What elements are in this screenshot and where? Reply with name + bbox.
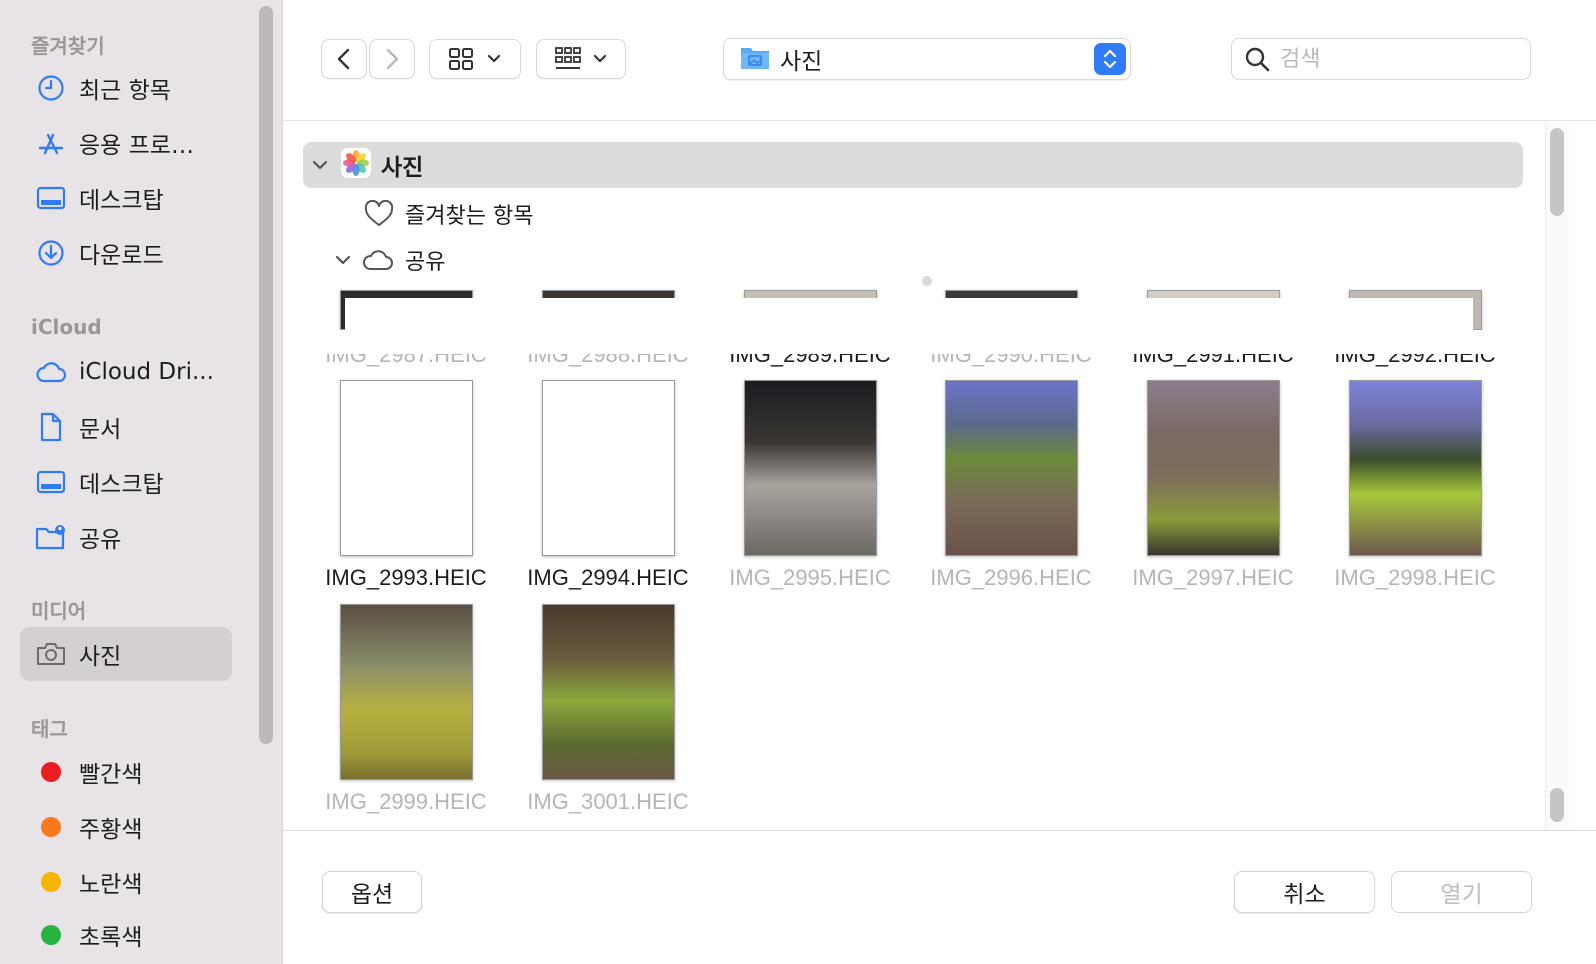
tree-label: 공유: [405, 250, 446, 275]
chevron-left-icon: [337, 48, 350, 70]
sidebar-item-label: 데스크탑: [79, 188, 164, 214]
chevron-down-icon: [593, 54, 607, 63]
file-thumbnail[interactable]: [340, 604, 473, 780]
desktop-icon: [35, 182, 67, 214]
dialog-footer: 옵션 취소 열기: [283, 830, 1596, 964]
search-field[interactable]: [1231, 38, 1531, 80]
file-thumbnail[interactable]: [744, 380, 877, 556]
file-name: IMG_2998.HEIC: [1334, 565, 1496, 590]
sidebar-item-label: 응용 프로…: [79, 133, 194, 159]
sidebar-item-documents[interactable]: 문서: [20, 400, 232, 454]
sidebar-item-label: 사진: [79, 644, 122, 670]
content-scrollbar-top[interactable]: [1550, 128, 1564, 216]
sidebar-tag-green[interactable]: 초록색: [20, 908, 232, 962]
cloud-icon: [363, 250, 393, 270]
file-browser: 사진 즐겨찾는 항목 공유 IMG_2987.HEIC IMG_2988.HEI…: [283, 122, 1596, 830]
tag-dot-icon: [41, 925, 61, 945]
file-name: IMG_2996.HEIC: [930, 565, 1092, 590]
sidebar-item-label: 데스크탑: [79, 472, 164, 498]
search-input[interactable]: [1280, 46, 1500, 72]
tag-dot-icon: [41, 817, 61, 837]
file-name: IMG_2994.HEIC: [527, 565, 689, 590]
sidebar-scrollbar[interactable]: [259, 6, 273, 744]
tree-row-photos[interactable]: 사진: [303, 142, 1523, 188]
heart-icon: [364, 200, 394, 226]
sidebar-section-tags: 태그: [31, 717, 68, 741]
sidebar: 즐겨찾기 최근 항목 응용 프로… 데스크탑 다운로드 iCloud iClou…: [0, 0, 283, 964]
sidebar-item-icloud-desktop[interactable]: 데스크탑: [20, 455, 232, 509]
file-name: IMG_3001.HEIC: [527, 789, 689, 814]
shared-folder-icon: [35, 521, 67, 553]
sidebar-item-recents[interactable]: 최근 항목: [20, 61, 232, 115]
chevron-down-icon: [312, 160, 328, 170]
tag-dot-icon: [41, 762, 61, 782]
sidebar-item-label: 주황색: [79, 817, 143, 843]
file-name: IMG_2997.HEIC: [1132, 565, 1294, 590]
search-icon: [1245, 47, 1270, 72]
loading-indicator: [922, 276, 932, 286]
file-name: IMG_2995.HEIC: [729, 565, 891, 590]
file-name: IMG_2993.HEIC: [325, 565, 487, 590]
tree-label: 사진: [381, 155, 424, 181]
sidebar-item-applications[interactable]: 응용 프로…: [20, 116, 232, 170]
sidebar-section-media: 미디어: [31, 599, 87, 623]
sidebar-item-label: 공유: [79, 527, 122, 553]
sidebar-tag-yellow[interactable]: 노란색: [20, 855, 232, 909]
location-label: 사진: [780, 49, 823, 75]
icon-view-icon: [449, 48, 473, 70]
file-thumbnail[interactable]: [1147, 380, 1280, 556]
content-scrollbar-thumb[interactable]: [1550, 788, 1564, 822]
file-thumbnail[interactable]: [542, 380, 675, 556]
sidebar-item-label: 노란색: [79, 872, 143, 898]
sidebar-section-icloud: iCloud: [31, 315, 102, 339]
sidebar-item-label: 다운로드: [79, 243, 164, 269]
sidebar-item-photos[interactable]: 사진: [20, 627, 232, 681]
sidebar-tag-red[interactable]: 빨간색: [20, 745, 232, 799]
folder-icon: [740, 44, 770, 74]
file-thumbnail[interactable]: [542, 604, 675, 780]
app-store-icon: [35, 127, 67, 159]
sidebar-item-label: iCloud Dri...: [79, 359, 214, 385]
sidebar-item-desktop[interactable]: 데스크탑: [20, 171, 232, 225]
sidebar-item-label: 문서: [79, 417, 122, 443]
back-button[interactable]: [321, 39, 367, 79]
popup-stepper-icon: [1094, 43, 1126, 75]
tree-row-shared[interactable]: 공유: [333, 244, 445, 276]
sidebar-item-shared[interactable]: 공유: [20, 510, 232, 564]
options-button[interactable]: 옵션: [322, 871, 422, 913]
cloud-icon: [35, 356, 67, 388]
sidebar-item-label: 빨간색: [79, 762, 143, 788]
sidebar-item-label: 최근 항목: [79, 78, 171, 104]
download-icon: [35, 237, 67, 269]
group-view-icon: [555, 47, 581, 69]
desktop-icon: [35, 466, 67, 498]
sidebar-item-downloads[interactable]: 다운로드: [20, 226, 232, 280]
photos-app-icon: [341, 148, 371, 182]
file-name: IMG_2999.HEIC: [325, 789, 487, 814]
forward-button[interactable]: [369, 39, 415, 79]
file-thumbnail[interactable]: [945, 380, 1078, 556]
file-thumbnail[interactable]: [340, 380, 473, 556]
group-mode-button[interactable]: [536, 39, 626, 79]
toolbar: 사진: [283, 0, 1596, 121]
chevron-right-icon: [386, 48, 399, 70]
content-scroll-track[interactable]: [1545, 122, 1569, 830]
sidebar-item-label: 초록색: [79, 925, 143, 951]
tree-row-favorites[interactable]: 즐겨찾는 항목: [363, 198, 533, 230]
cancel-button[interactable]: 취소: [1234, 871, 1375, 913]
sidebar-tag-orange[interactable]: 주황색: [20, 800, 232, 854]
sidebar-item-icloud-drive[interactable]: iCloud Dri...: [20, 345, 232, 399]
tag-dot-icon: [41, 872, 61, 892]
chevron-down-icon: [335, 255, 351, 265]
open-button[interactable]: 열기: [1391, 871, 1532, 913]
camera-icon: [35, 638, 67, 670]
sidebar-section-favorites: 즐겨찾기: [31, 34, 105, 58]
file-thumbnail[interactable]: [1349, 380, 1482, 556]
chevron-down-icon: [487, 54, 501, 63]
clock-icon: [35, 72, 67, 104]
document-icon: [35, 411, 67, 443]
view-mode-button[interactable]: [429, 39, 521, 79]
location-popup[interactable]: 사진: [723, 38, 1131, 80]
tree-label: 즐겨찾는 항목: [405, 204, 534, 229]
